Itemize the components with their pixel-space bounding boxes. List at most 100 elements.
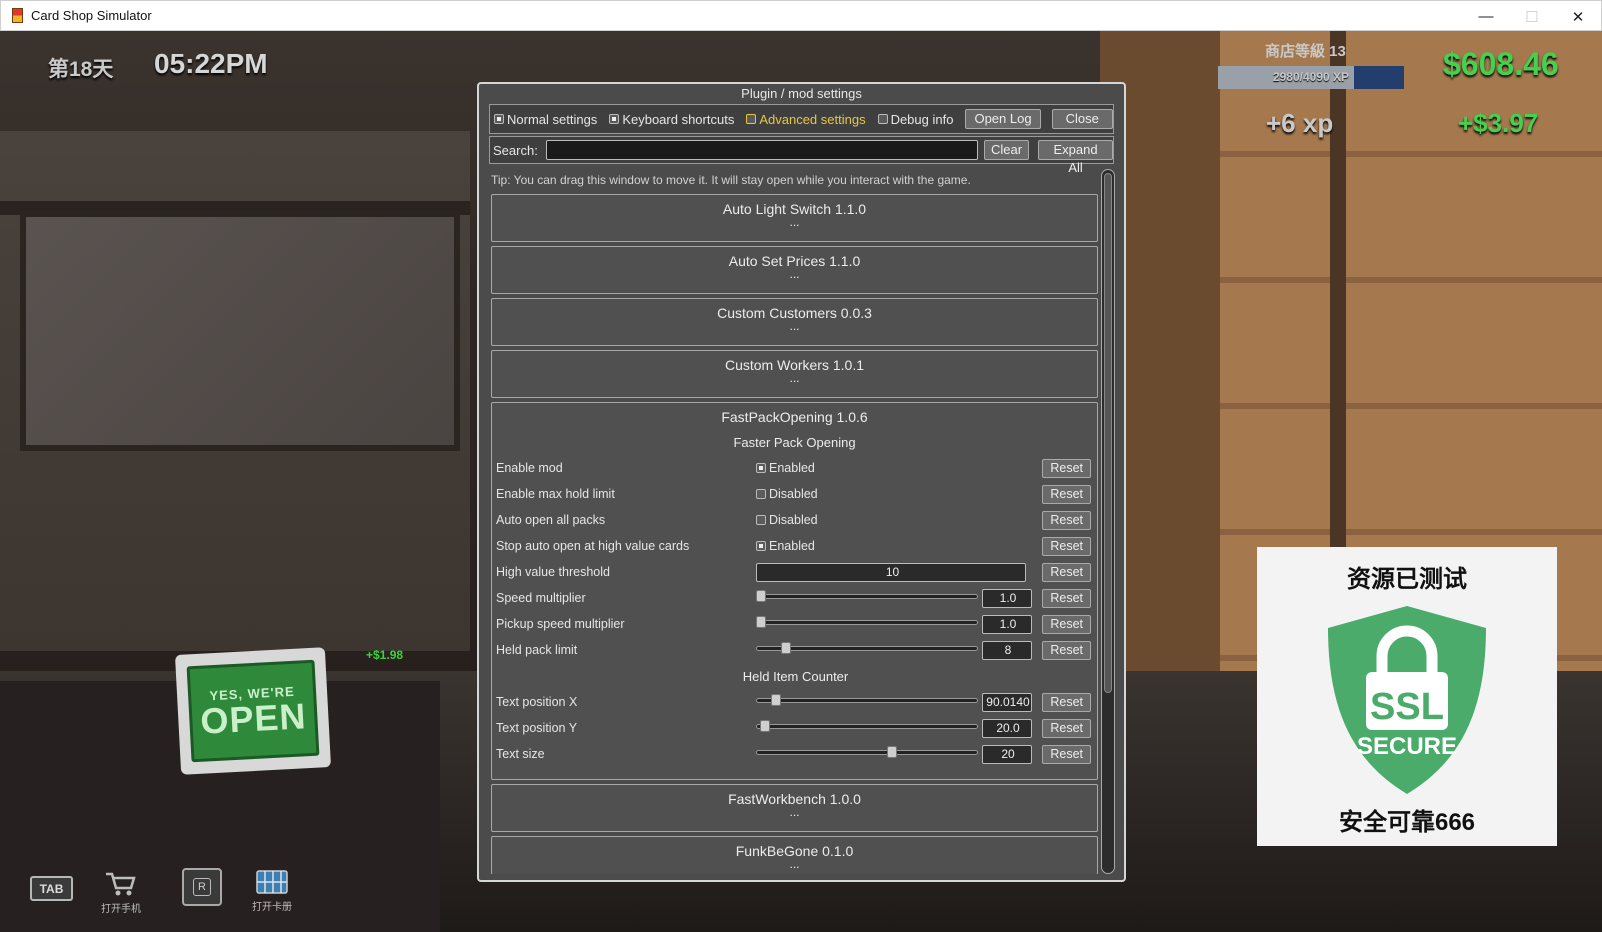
hud-money-gain: +$3.97 [1458,108,1539,138]
normal-settings-checkbox [494,114,504,124]
reset-button[interactable]: Reset [1042,458,1091,478]
held-pack-limit-input[interactable]: 8 [982,640,1032,660]
ssl-badge: 资源已测试 SSL SECURE 安全可靠666 [1257,547,1557,846]
open-sign-big-text: OPEN [199,694,308,742]
reset-button[interactable]: Reset [1042,640,1091,660]
close-window-button[interactable]: ✕ [1555,1,1601,32]
album-button[interactable]: 打开卡册 [252,868,292,913]
hud-xp-bar: 2980/4090 XP [1218,66,1404,89]
window-titlebar[interactable]: Card Shop Simulator — ☐ ✕ [0,0,1602,31]
advanced-settings-checkbox [746,114,757,124]
card-album-icon [256,870,288,894]
tab-advanced-settings[interactable]: Advanced settings [746,111,866,127]
text-size-slider[interactable] [756,743,978,765]
dialog-title[interactable]: Plugin / mod settings [479,84,1124,104]
auto-open-all-packs-toggle[interactable]: Disabled [756,513,818,527]
high-value-threshold-input[interactable]: 10 [756,562,1026,582]
setting-row-stop-auto-open: Stop auto open at high value cards Enabl… [496,535,1091,557]
reset-button[interactable]: Reset [1042,588,1091,608]
setting-label: Auto open all packs [496,513,606,527]
speed-multiplier-slider[interactable] [756,587,978,609]
tab-normal-settings[interactable]: Normal settings [494,112,597,127]
window-controls: — ☐ ✕ [1463,1,1601,32]
slider-handle[interactable] [756,590,766,602]
plugin-item[interactable]: Custom Customers 0.0.3 ... [491,298,1098,346]
toggle-value: Enabled [769,539,815,553]
plugin-settings-dialog[interactable]: Plugin / mod settings Normal settings Ke… [477,82,1126,882]
plugin-item-fastpackopening: FastPackOpening 1.0.6 Faster Pack Openin… [491,402,1098,780]
tab-key-hint[interactable]: TAB [30,876,73,901]
ssl-bottom-text: 安全可靠666 [1338,809,1476,836]
enable-max-hold-limit-toggle[interactable]: Disabled [756,487,818,501]
search-bar: Search: Clear Expand All [489,136,1114,175]
app-icon [12,8,23,23]
plugin-list-scrollbar[interactable] [1101,169,1115,874]
enable-mod-toggle[interactable]: Enabled [756,461,815,475]
reset-button[interactable]: Reset [1042,744,1091,764]
search-input[interactable] [545,140,979,160]
setting-row-speed-multiplier: Speed multiplier 1.0 Reset [496,587,1091,609]
text-position-x-slider[interactable] [756,691,978,713]
advanced-settings-label: Advanced settings [759,111,866,127]
slider-handle[interactable] [887,746,898,758]
text-size-input[interactable]: 20 [982,744,1032,764]
plugin-name: Custom Customers 0.0.3 [717,305,872,321]
minimize-button[interactable]: — [1463,1,1509,32]
phone-button[interactable]: 打开手机 [101,870,141,915]
keyboard-shortcuts-checkbox [609,114,620,124]
tab-debug-info[interactable]: Debug info [877,112,953,127]
close-dialog-button[interactable]: Close [1051,109,1113,129]
plugin-item[interactable]: FunkBeGone 0.1.0 ... [491,836,1098,874]
plugin-item[interactable]: Auto Light Switch 1.1.0 ... [491,194,1098,242]
slider-handle[interactable] [756,616,766,628]
hud-money: $608.46 [1443,46,1559,82]
clear-search-button[interactable]: Clear [984,140,1030,160]
plugin-name: Auto Set Prices 1.1.0 [728,253,861,269]
reset-button[interactable]: Reset [1042,692,1091,712]
store-window [20,211,460,451]
setting-row-text-size: Text size 20 Reset [496,743,1091,765]
reset-button[interactable]: Reset [1042,510,1091,530]
expand-all-button[interactable]: Expand All [1038,140,1113,175]
plugin-item[interactable]: Auto Set Prices 1.1.0 ... [491,246,1098,294]
r-key-hint[interactable]: R [182,868,222,906]
reset-button[interactable]: Reset [1042,536,1091,556]
open-log-button[interactable]: Open Log [965,109,1041,129]
speed-multiplier-input[interactable]: 1.0 [982,588,1032,608]
text-position-y-input[interactable]: 20.0 [982,718,1032,738]
debug-info-checkbox [877,114,888,124]
plugin-name[interactable]: FastPackOpening 1.0.6 [492,403,1097,425]
open-sign[interactable]: YES, WE'RE OPEN [174,647,332,775]
plugin-item[interactable]: FastWorkbench 1.0.0 ... [491,784,1098,832]
pickup-speed-multiplier-slider[interactable] [756,613,978,635]
stop-auto-open-toggle[interactable]: Enabled [756,539,815,553]
text-position-x-input[interactable]: 90.0140 [982,692,1032,712]
plugin-name: Custom Workers 1.0.1 [724,357,864,373]
slider-handle[interactable] [760,720,771,732]
text-position-y-slider[interactable] [756,717,978,739]
reset-button[interactable]: Reset [1042,614,1091,634]
held-pack-limit-slider[interactable] [756,639,978,661]
pickup-speed-multiplier-input[interactable]: 1.0 [982,614,1032,634]
plugin-collapsed-indicator: ... [789,805,800,819]
setting-label: Held pack limit [496,643,578,657]
slider-handle[interactable] [770,694,781,706]
hud-xp-gain: +6 xp [1266,108,1334,138]
album-label: 打开卡册 [252,902,292,913]
reset-button[interactable]: Reset [1042,718,1091,738]
slider-handle[interactable] [781,642,792,654]
toggle-value: Enabled [769,461,815,475]
plugin-collapsed-indicator: ... [789,371,800,385]
plugin-item[interactable]: Custom Workers 1.0.1 ... [491,350,1098,398]
reset-button[interactable]: Reset [1042,484,1091,504]
setting-label: Enable max hold limit [496,487,615,501]
maximize-button[interactable]: ☐ [1509,1,1555,32]
ssl-top-text: 资源已测试 [1347,566,1467,593]
scrollbar-thumb[interactable] [1104,173,1112,693]
reset-button[interactable]: Reset [1042,562,1091,582]
setting-row-pickup-speed-multiplier: Pickup speed multiplier 1.0 Reset [496,613,1091,635]
toggle-value: Disabled [769,487,818,501]
tab-keyboard-shortcuts[interactable]: Keyboard shortcuts [609,112,734,127]
plugin-collapsed-indicator: ... [789,215,800,229]
keyboard-shortcuts-label: Keyboard shortcuts [622,111,735,127]
